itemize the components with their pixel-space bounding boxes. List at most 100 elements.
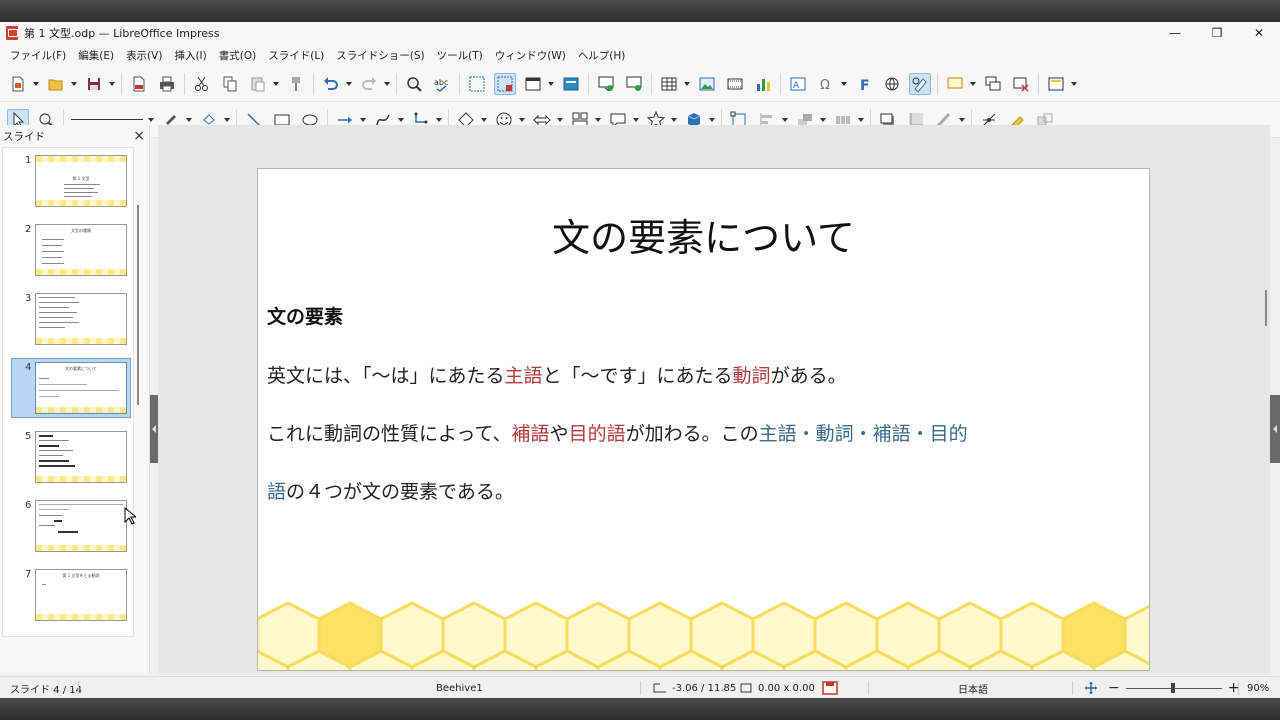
text-line [39, 396, 59, 397]
display-views-dropdown[interactable] [547, 73, 555, 95]
restore-button[interactable]: ❐ [1196, 22, 1238, 44]
slide-paragraph-2[interactable]: これに動詞の性質によって、補語や目的語が加わる。この主語・動詞・補語・目的 [267, 419, 968, 446]
slide-title[interactable]: 文の要素について [258, 207, 1149, 262]
undo-dropdown[interactable] [345, 73, 353, 95]
slide-thumbnail-4[interactable]: 4 文の要素について [3, 358, 133, 422]
menu-window[interactable]: ウィンドウ(W) [489, 48, 572, 63]
helplines-icon[interactable] [494, 72, 516, 95]
menu-help[interactable]: ヘルプ(H) [572, 48, 632, 63]
undo-icon[interactable] [320, 73, 342, 95]
menu-tools[interactable]: ツール(T) [431, 48, 489, 63]
slide-paragraph-1[interactable]: 英文には、「〜は」にあたる主語と「〜です」にあたる動詞がある。 [267, 361, 847, 388]
status-divider [78, 681, 79, 695]
document-modified-icon[interactable] [822, 677, 838, 699]
slide-thumbnail-1[interactable]: 1 第 1 文型 [3, 153, 133, 215]
clone-formatting-icon[interactable] [285, 73, 307, 95]
redo-icon[interactable] [358, 73, 380, 95]
slide-number: 3 [25, 293, 32, 304]
text-line [39, 504, 123, 505]
fontwork-icon[interactable]: F [853, 73, 875, 95]
slide-pane-close-icon[interactable]: × [133, 128, 145, 144]
slide-layout-icon[interactable] [1045, 73, 1067, 95]
duplicate-slide-icon[interactable] [982, 73, 1004, 95]
print-icon[interactable] [156, 73, 178, 95]
paste-dropdown[interactable] [272, 73, 280, 95]
slide-preview: 文型の種類 [35, 224, 127, 276]
comment-icon[interactable] [944, 73, 966, 95]
paste-icon[interactable] [247, 73, 269, 95]
menu-insert[interactable]: 挿入(I) [168, 48, 212, 63]
slide-thumbnail-7[interactable]: 7 第 1 文型をとる動詞 [3, 567, 133, 629]
cut-icon[interactable] [191, 73, 213, 95]
copy-icon[interactable] [219, 73, 241, 95]
zoom-percent[interactable]: 90% [1247, 677, 1269, 699]
insert-table-icon[interactable] [658, 73, 680, 95]
export-pdf-icon[interactable] [128, 73, 150, 95]
menu-slideshow[interactable]: スライドショー(S) [330, 48, 430, 63]
save-icon[interactable] [83, 73, 105, 95]
menu-slide[interactable]: スライド(L) [262, 48, 330, 63]
canvas-vertical-scrollbar[interactable] [1265, 290, 1267, 326]
open-folder-icon[interactable] [45, 73, 67, 95]
display-views-icon[interactable] [522, 73, 544, 95]
save-dropdown[interactable] [108, 73, 116, 95]
new-dropdown[interactable] [32, 73, 40, 95]
minimize-button[interactable]: — [1154, 22, 1196, 44]
hyperlink-icon[interactable] [881, 73, 903, 95]
special-character-icon[interactable]: Ω [815, 73, 837, 95]
svg-text:Ω: Ω [820, 78, 830, 93]
slide-layout-dropdown[interactable] [1070, 73, 1078, 95]
start-current-slide-icon[interactable] [623, 73, 645, 95]
master-slide-name[interactable]: Beehive1 [436, 677, 483, 699]
insert-image-icon[interactable] [696, 73, 718, 95]
slide-pane-title: スライド [3, 130, 45, 143]
slide-pane-scrollbar[interactable] [137, 205, 139, 405]
slide-4[interactable]: 文の要素について 文の要素 英文には、「〜は」にあたる主語と「〜です」にあたる動… [257, 168, 1150, 671]
slide-thumbnails: 1 第 1 文型 2 文型の種類 3 4 文の要素について 5 6 7 第 1 … [2, 147, 134, 637]
menu-view[interactable]: 表示(V) [120, 48, 168, 63]
term-subject: 主語 [504, 365, 543, 387]
slide-thumbnail-5[interactable]: 5 [3, 429, 133, 491]
close-window-button[interactable]: ✕ [1238, 22, 1280, 44]
slide-number: 7 [25, 569, 32, 580]
slide-pane-collapse-handle[interactable] [150, 395, 158, 463]
start-first-slide-icon[interactable] [595, 73, 617, 95]
slide-paragraph-3[interactable]: 語の４つが文の要素である。 [267, 477, 514, 504]
window-controls: — ❐ ✕ [1154, 22, 1280, 44]
impress-window: 第 1 文型.odp — LibreOffice Impress — ❐ ✕ フ… [0, 22, 1280, 698]
zoom-out-button[interactable]: − [1108, 680, 1120, 696]
language-indicator[interactable]: 日本語 [958, 677, 988, 699]
zoom-thumb[interactable] [1170, 682, 1175, 693]
toolbar-separator [184, 72, 185, 95]
special-character-dropdown[interactable] [840, 73, 848, 95]
master-slide-icon[interactable] [560, 73, 582, 95]
insert-textbox-icon[interactable]: A [787, 73, 809, 95]
redo-dropdown[interactable] [383, 73, 391, 95]
insert-table-dropdown[interactable] [683, 73, 691, 95]
comment-dropdown[interactable] [969, 73, 977, 95]
insert-media-icon[interactable] [724, 73, 746, 95]
slide-preview [35, 293, 127, 345]
insert-chart-icon[interactable] [752, 73, 774, 95]
new-document-icon[interactable] [7, 73, 29, 95]
show-draw-functions-icon[interactable] [909, 72, 931, 95]
slide-thumbnail-6[interactable]: 6 [3, 498, 133, 560]
slide-thumbnail-3[interactable]: 3 [3, 291, 133, 353]
spelling-icon[interactable]: abc [431, 73, 453, 95]
fit-slide-icon[interactable] [1084, 677, 1098, 699]
find-replace-icon[interactable] [403, 73, 425, 95]
open-dropdown[interactable] [70, 73, 78, 95]
slide-thumbnail-2[interactable]: 2 文型の種類 [3, 222, 133, 284]
slide-heading[interactable]: 文の要素 [267, 302, 343, 329]
text-line [42, 239, 64, 240]
position-value: -3.06 / 11.85 [672, 682, 737, 694]
display-grid-icon[interactable] [466, 73, 488, 95]
hex-decoration [36, 545, 126, 551]
zoom-slider[interactable]: − + [1108, 677, 1239, 699]
menu-edit[interactable]: 編集(E) [72, 48, 120, 63]
menu-format[interactable]: 書式(O) [213, 48, 262, 63]
sidebar-collapse-handle[interactable] [1270, 395, 1280, 463]
menu-file[interactable]: ファイル(F) [4, 48, 72, 63]
delete-slide-icon[interactable] [1010, 73, 1032, 95]
zoom-track[interactable] [1125, 682, 1222, 693]
